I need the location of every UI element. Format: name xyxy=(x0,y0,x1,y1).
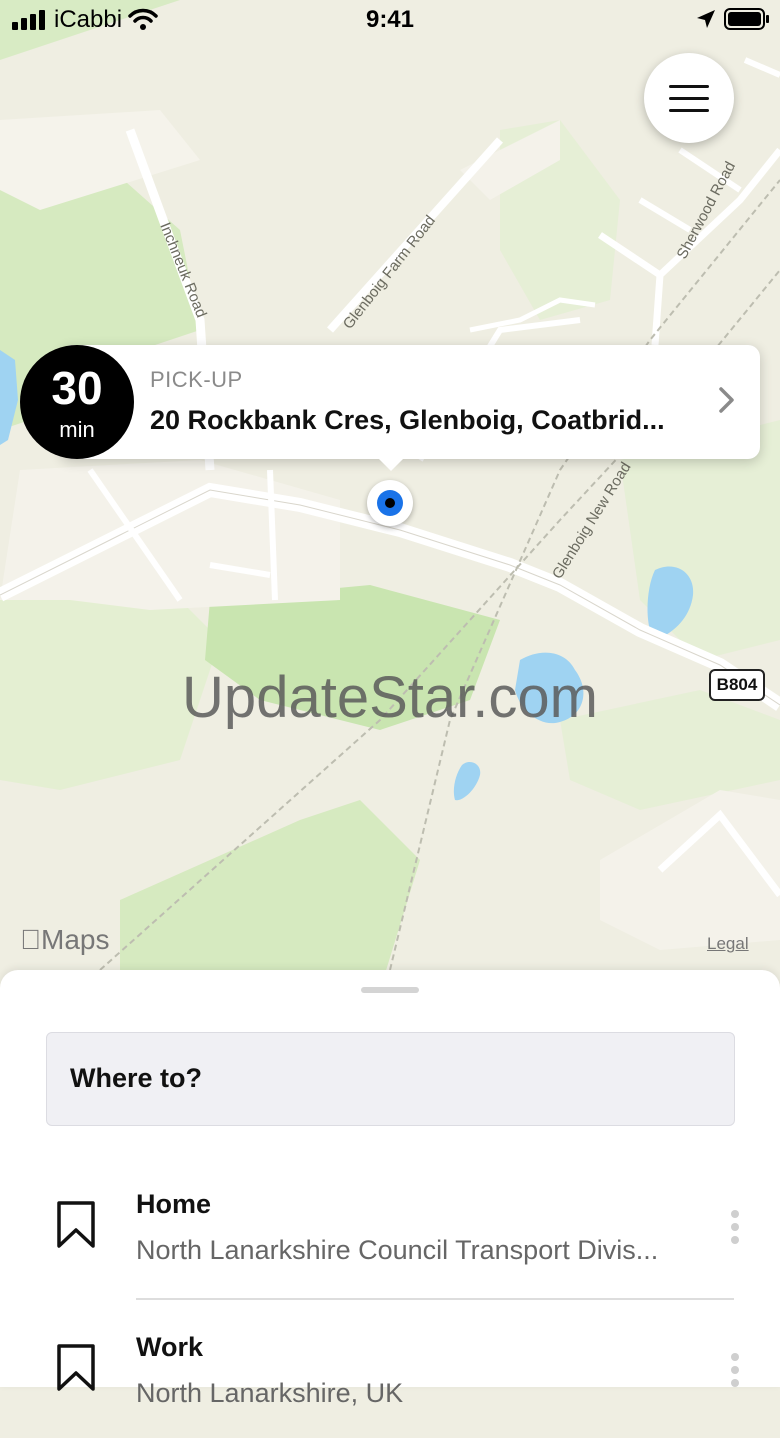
current-location-pin xyxy=(367,480,413,526)
sheet-grabber[interactable] xyxy=(361,987,419,993)
bookmark-icon xyxy=(57,1344,95,1391)
saved-place-address: North Lanarkshire Council Transport Divi… xyxy=(136,1235,659,1265)
battery-icon xyxy=(724,8,769,30)
bottom-sheet[interactable]: Where to? Home North Lanarkshire Council… xyxy=(0,970,780,1408)
location-arrow-icon xyxy=(697,10,715,28)
saved-place-title: Work xyxy=(136,1332,204,1362)
maps-brand-text: Maps xyxy=(20,924,109,955)
legal-link[interactable]: Legal xyxy=(707,934,749,954)
map-view[interactable]: Inchneuk Road Glenboig Farm Road Sherwoo… xyxy=(0,0,780,990)
menu-button[interactable] xyxy=(644,53,734,143)
eta-badge: 30 min xyxy=(20,345,134,459)
road-badge: B804 xyxy=(709,669,765,701)
apple-logo-icon:  xyxy=(20,924,41,955)
eta-unit: min xyxy=(59,417,95,442)
chevron-right-icon xyxy=(719,387,734,413)
saved-place-work[interactable]: Work North Lanarkshire, UK xyxy=(0,1318,780,1438)
road-label-glenboig-new: Glenboig New Road xyxy=(549,459,635,582)
pickup-label: PICK-UP xyxy=(150,367,243,392)
status-time: 9:41 xyxy=(365,6,415,33)
destination-search-field[interactable]: Where to? xyxy=(46,1032,735,1126)
saved-place-home[interactable]: Home North Lanarkshire Council Transport… xyxy=(0,1175,780,1295)
pickup-card[interactable]: PICK-UP 20 Rockbank Cres, Glenboig, Coat… xyxy=(60,345,760,471)
watermark: UpdateStar.com xyxy=(182,665,598,730)
destination-search-placeholder: Where to? xyxy=(70,1063,202,1093)
eta-value: 30 xyxy=(51,362,103,414)
pickup-address: 20 Rockbank Cres, Glenboig, Coatbrid... xyxy=(150,405,665,435)
saved-place-title: Home xyxy=(136,1189,212,1219)
bookmark-icon xyxy=(57,1201,95,1248)
maps-attribution: Maps xyxy=(20,924,109,956)
saved-place-address: North Lanarkshire, UK xyxy=(136,1378,404,1408)
status-bar: iCabbi 9:41 xyxy=(0,0,780,40)
more-vertical-icon[interactable] xyxy=(731,1353,739,1392)
list-divider xyxy=(136,1298,734,1300)
road-label-glenboig-farm: Glenboig Farm Road xyxy=(340,212,439,332)
more-vertical-icon[interactable] xyxy=(731,1210,739,1249)
